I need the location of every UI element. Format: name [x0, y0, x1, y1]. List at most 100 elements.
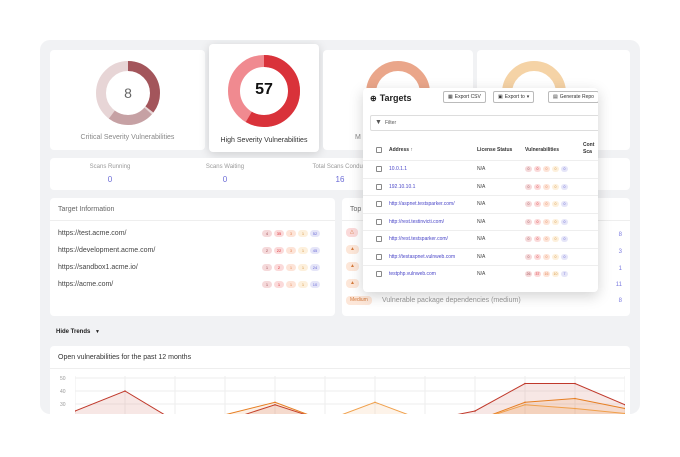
trends-chart-card: Open vulnerabilities for the past 12 mon…	[50, 346, 630, 414]
generate-report-button[interactable]: ▤ Generate Repo	[548, 91, 598, 103]
vuln-count[interactable]: 11	[616, 282, 622, 288]
vuln-count[interactable]: 3	[619, 249, 622, 255]
table-row[interactable]: http://rest.testsparker.com/N/A 0 0 0 0 0	[363, 230, 598, 247]
severity-tag: ▲	[346, 262, 359, 271]
target-address[interactable]: http://testaspnet.vulnweb.com	[389, 254, 455, 260]
high-severity-card[interactable]: 57 High Severity Vulnerabilities	[209, 44, 319, 152]
data-point[interactable]	[374, 401, 376, 404]
target-url[interactable]: https://acme.com/	[58, 281, 113, 288]
column-license-status[interactable]: License Status	[477, 147, 512, 153]
target-address[interactable]: 10.0.1.1	[389, 166, 407, 172]
table-row[interactable]: 10.0.1.1 N/A 0 0 0 0 0	[363, 160, 598, 177]
count-high: 0	[534, 253, 541, 260]
column-continuous-scan[interactable]: Cont Sca	[583, 142, 594, 156]
row-checkbox[interactable]	[376, 253, 382, 260]
count-critical: 0	[525, 236, 532, 242]
row-checkbox[interactable]	[376, 183, 382, 190]
target-address[interactable]: http://aspnet.testsparker.com/	[389, 201, 455, 207]
column-vulnerabilities[interactable]: Vulnerabilities	[525, 147, 559, 153]
target-vuln-counts: 1 2 1 1 24	[262, 264, 320, 271]
target-address[interactable]: testphp.vulnweb.com	[389, 271, 436, 277]
data-point[interactable]	[524, 403, 526, 406]
table-row[interactable]: testphp.vulnweb.com N/A 26 37 16 10 7	[363, 265, 598, 282]
vuln-count[interactable]: 1	[619, 266, 622, 272]
select-all-checkbox[interactable]	[376, 147, 382, 153]
count-low: 0	[552, 201, 559, 207]
count-info: 0	[561, 201, 568, 207]
count-medium: 1	[286, 281, 296, 288]
sort-arrow-icon: ↑	[410, 147, 413, 153]
vuln-count[interactable]: 8	[619, 232, 622, 238]
severity-tag: △	[346, 228, 358, 237]
count-low: 1	[298, 230, 308, 237]
target-url[interactable]: https://development.acme.com/	[58, 247, 155, 254]
filter-input[interactable]: ▼ Filter	[370, 115, 598, 131]
export-to-label: Export to	[504, 94, 525, 100]
count-medium: 3	[286, 247, 296, 254]
export-csv-button[interactable]: ▦ Export CSV	[443, 91, 486, 103]
data-point[interactable]	[274, 401, 276, 404]
table-row[interactable]: http://testaspnet.vulnweb.com N/A 0 0 0 0 0	[363, 247, 598, 265]
severity-tag-medium: Medium	[346, 296, 372, 305]
count-medium: 0	[543, 218, 550, 225]
table-row[interactable]: http://aspnet.testsparker.com/N/A 0 0 0 0 0	[363, 195, 598, 212]
table-row[interactable]: 192.10.10.1 N/A 0 0 0 0 0	[363, 177, 598, 195]
count-critical: 0	[525, 201, 532, 207]
data-point[interactable]	[574, 407, 576, 410]
count-medium: 0	[543, 183, 550, 190]
column-address[interactable]: Address ↑	[389, 147, 413, 153]
target-address[interactable]: http://rest.testsparker.com/	[389, 236, 448, 242]
count-high: 35	[274, 230, 284, 237]
divider	[50, 368, 630, 369]
data-point[interactable]	[124, 390, 126, 392]
count-high: 0	[534, 218, 541, 225]
critical-severity-card[interactable]: 8 Critical Severity Vulnerabilities	[50, 50, 205, 150]
data-point[interactable]	[474, 410, 476, 412]
count-high: 0	[534, 236, 541, 242]
data-point[interactable]	[574, 382, 576, 385]
count-high: 2	[274, 264, 284, 271]
license-status: N/A	[477, 183, 486, 190]
count-info: 0	[561, 166, 568, 172]
vuln-count[interactable]: 8	[619, 298, 622, 304]
count-medium: 0	[543, 253, 550, 260]
y-tick-label: 40	[60, 389, 66, 395]
filter-icon: ▼	[375, 119, 382, 126]
count-info: 45	[310, 247, 320, 254]
row-checkbox[interactable]	[376, 166, 382, 172]
row-checkbox[interactable]	[376, 236, 382, 242]
data-point[interactable]	[524, 401, 526, 404]
license-status: N/A	[477, 236, 486, 242]
count-low: 1	[298, 247, 308, 254]
document-icon: ▤	[553, 94, 558, 100]
count-high: 22	[274, 247, 284, 254]
count-critical: 1	[262, 281, 272, 288]
row-checkbox[interactable]	[376, 218, 382, 225]
count-low: 0	[552, 166, 559, 172]
target-url[interactable]: https://sandbox1.acme.io/	[58, 264, 138, 271]
vulnerability-counts: 26 37 16 10 7	[525, 271, 568, 277]
count-critical: 0	[525, 218, 532, 225]
table-row[interactable]: http://rest.testinvicti.com/N/A 0 0 0 0 0	[363, 212, 598, 230]
row-checkbox[interactable]	[376, 271, 382, 277]
vulnerability-counts: 00000	[525, 236, 568, 242]
target-url[interactable]: https://test.acme.com/	[58, 230, 126, 237]
hide-trends-toggle[interactable]: Hide Trends ▼	[56, 329, 100, 335]
stat-scans-running[interactable]: Scans Running 0	[55, 164, 165, 184]
license-status: N/A	[477, 271, 486, 277]
target-vuln-counts: 4 35 3 1 52	[262, 230, 320, 237]
data-point[interactable]	[524, 382, 526, 385]
target-vuln-counts: 1 1 1 1 10	[262, 281, 320, 288]
row-checkbox[interactable]	[376, 201, 382, 207]
vulnerability-name[interactable]: Vulnerable package dependencies (medium)	[382, 297, 521, 304]
stat-scans-waiting[interactable]: Scans Waiting 0	[170, 164, 280, 184]
export-to-button[interactable]: ▣ Export to ▾	[493, 91, 535, 103]
data-point[interactable]	[574, 397, 576, 400]
count-critical: 1	[262, 264, 272, 271]
target-address[interactable]: http://rest.testinvicti.com/	[389, 219, 444, 225]
target-vuln-counts: 2 22 3 1 45	[262, 247, 320, 254]
target-information-title: Target Information	[58, 206, 115, 213]
target-address[interactable]: 192.10.10.1	[389, 184, 415, 190]
stat-value: 0	[222, 175, 228, 184]
count-info: 52	[310, 230, 320, 237]
